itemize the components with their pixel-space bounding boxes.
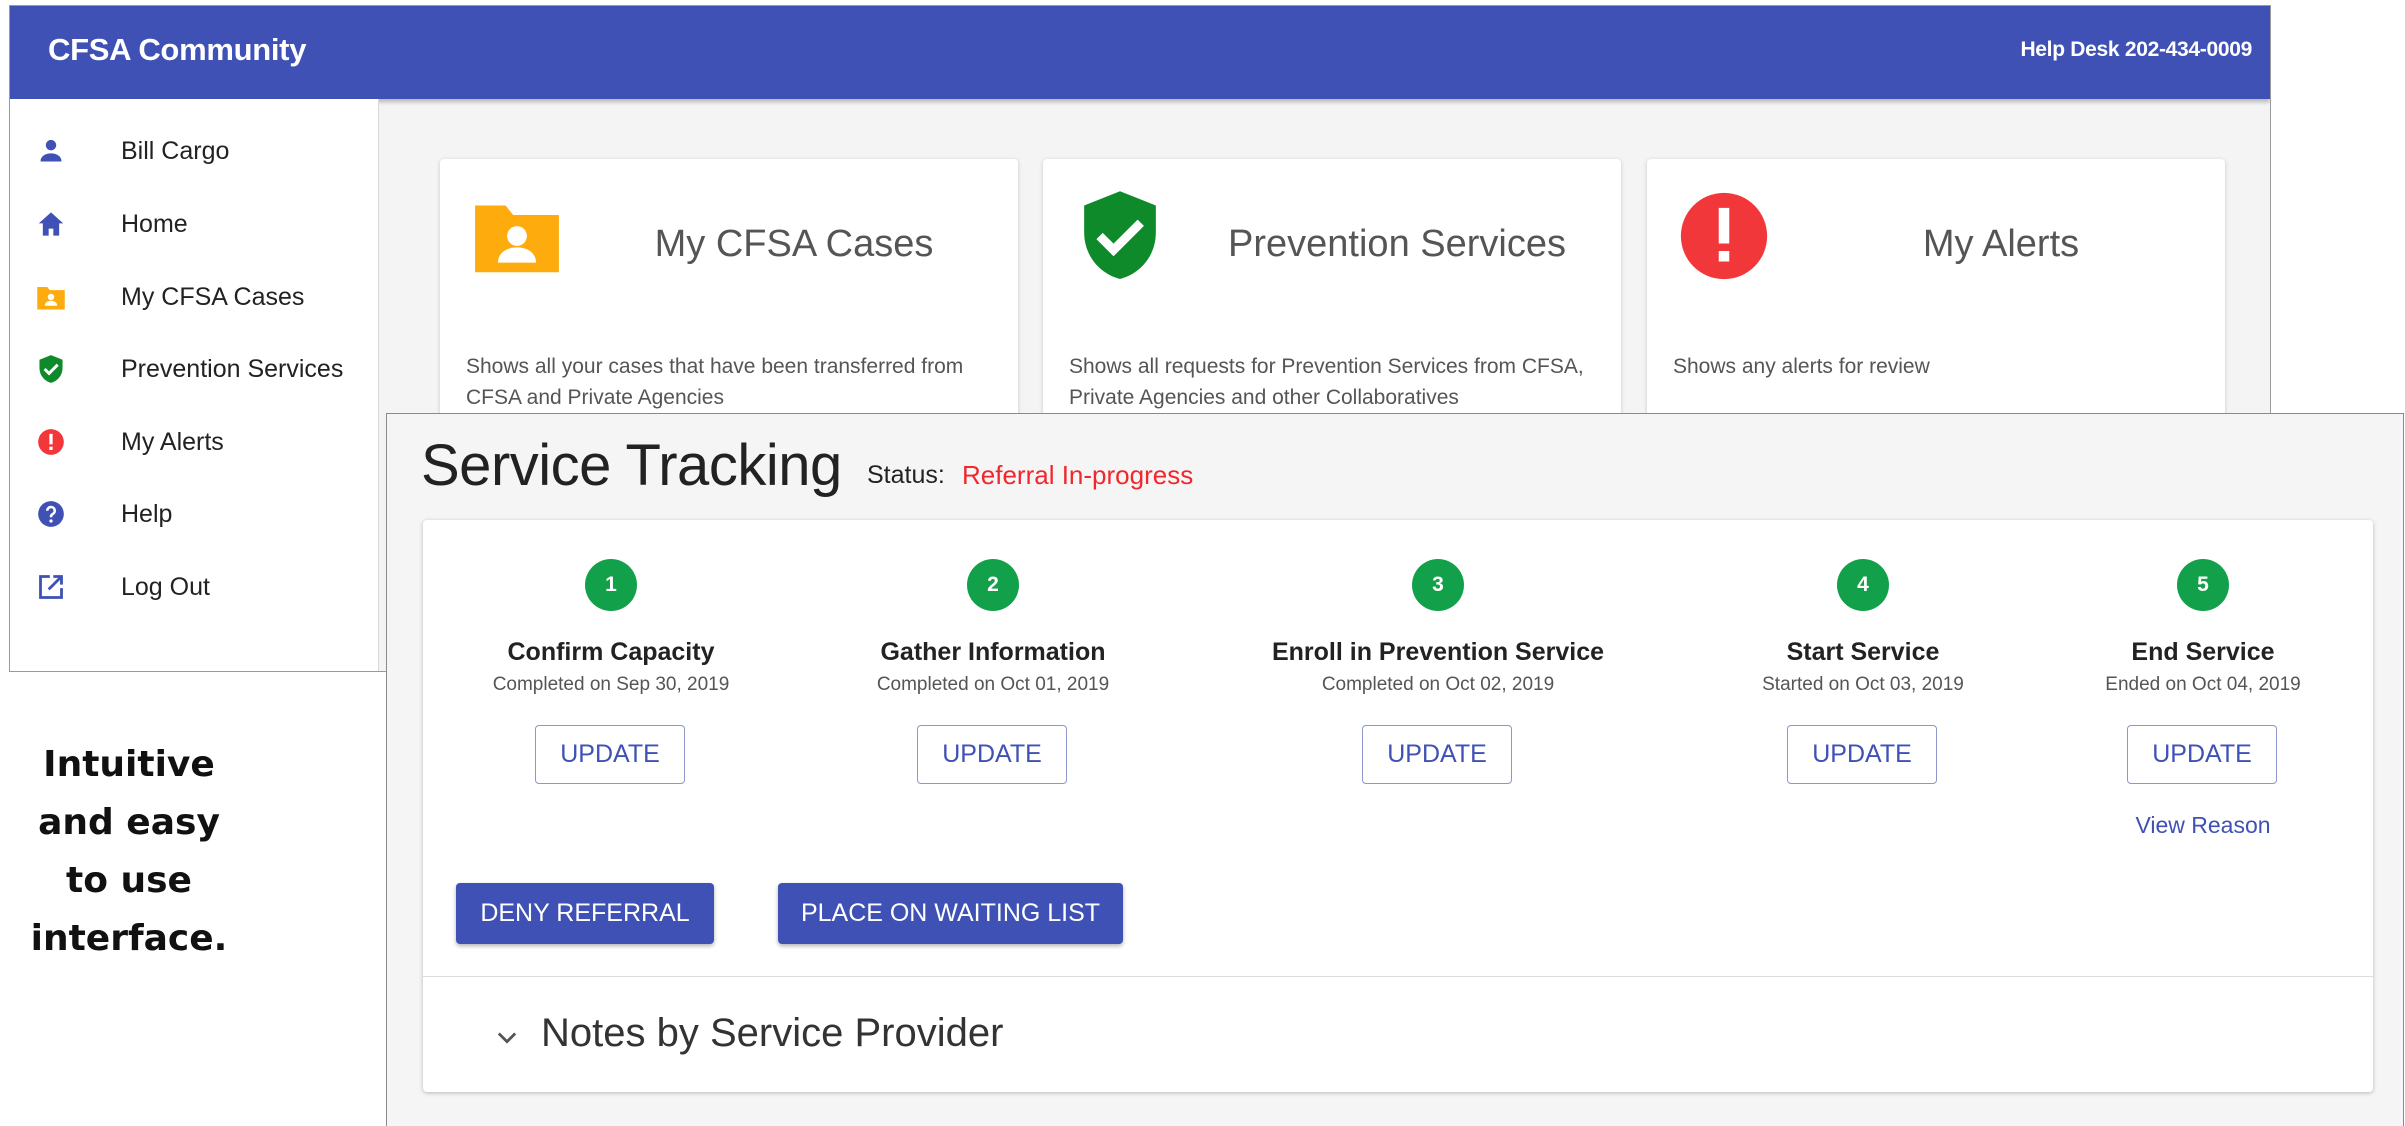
update-button[interactable]: UPDATE bbox=[2127, 725, 2277, 784]
sidebar-item-log-out[interactable]: Log Out bbox=[10, 557, 378, 617]
update-button[interactable]: UPDATE bbox=[535, 725, 685, 784]
card-title: My Alerts bbox=[1922, 223, 2080, 265]
status-label: Status: bbox=[867, 461, 945, 489]
person-icon bbox=[36, 136, 66, 166]
sidebar-item-my-alerts[interactable]: My Alerts bbox=[10, 412, 378, 472]
update-button[interactable]: UPDATE bbox=[917, 725, 1067, 784]
step-number: 4 bbox=[1837, 559, 1889, 611]
notes-accordion[interactable]: Notes by Service Provider bbox=[423, 977, 2373, 1092]
step-date: Completed on Oct 01, 2019 bbox=[876, 674, 1110, 695]
status-badge: Referral In-progress bbox=[962, 460, 1194, 490]
open-external-icon bbox=[36, 572, 66, 602]
sidebar-item-label: Bill Cargo bbox=[121, 136, 230, 165]
page-title: Service Tracking bbox=[421, 433, 842, 498]
step-date: Ended on Oct 04, 2019 bbox=[2105, 674, 2301, 695]
step-number: 5 bbox=[2177, 559, 2229, 611]
folder-person-icon bbox=[36, 282, 66, 312]
notes-title: Notes by Service Provider bbox=[541, 1011, 1004, 1055]
caption-line: Intuitive bbox=[43, 744, 215, 785]
sidebar-item-my-cfsa-cases[interactable]: My CFSA Cases bbox=[10, 267, 378, 327]
sidebar-item-user[interactable]: Bill Cargo bbox=[10, 121, 378, 181]
deny-referral-button[interactable]: DENY REFERRAL bbox=[456, 883, 714, 944]
alert-icon bbox=[1677, 189, 1771, 283]
step-number: 2 bbox=[967, 559, 1019, 611]
step-name: Gather Information bbox=[880, 638, 1106, 666]
card-title: Prevention Services bbox=[1228, 223, 1566, 265]
step-number: 1 bbox=[585, 559, 637, 611]
view-reason-link[interactable]: View Reason bbox=[2053, 812, 2353, 839]
home-icon bbox=[36, 209, 66, 239]
chevron-down-icon bbox=[493, 1023, 521, 1051]
caption-line: and easy bbox=[38, 802, 220, 843]
help-icon bbox=[36, 499, 66, 529]
caption-line: to use bbox=[66, 860, 192, 901]
card-title: My CFSA Cases bbox=[654, 223, 934, 265]
step-name: Confirm Capacity bbox=[507, 638, 715, 666]
app-header: CFSA Community Help Desk 202-434-0009 bbox=[10, 6, 2270, 99]
sidebar-item-label: Help bbox=[121, 499, 173, 528]
sidebar-item-home[interactable]: Home bbox=[10, 194, 378, 254]
step-date: Completed on Sep 30, 2019 bbox=[492, 674, 730, 695]
sidebar-item-label: Log Out bbox=[121, 572, 210, 601]
service-tracking-panel: Service Tracking Status: Referral In-pro… bbox=[386, 413, 2404, 1126]
place-on-waiting-list-button[interactable]: PLACE ON WAITING LIST bbox=[778, 883, 1123, 944]
card-description: Shows any alerts for review bbox=[1673, 355, 1930, 378]
sidebar-item-label: My CFSA Cases bbox=[121, 282, 305, 311]
shield-check-icon bbox=[1073, 189, 1167, 283]
sidebar: Bill Cargo Home My CFSA Cases Prevention… bbox=[10, 99, 379, 671]
sidebar-item-prevention-services[interactable]: Prevention Services bbox=[10, 339, 378, 399]
update-button[interactable]: UPDATE bbox=[1362, 725, 1512, 784]
app-title: CFSA Community bbox=[48, 32, 307, 67]
sidebar-item-help[interactable]: Help bbox=[10, 484, 378, 544]
sidebar-item-label: My Alerts bbox=[121, 427, 224, 456]
alert-icon bbox=[36, 427, 66, 457]
step-number: 3 bbox=[1412, 559, 1464, 611]
step-date: Completed on Oct 02, 2019 bbox=[1321, 674, 1555, 695]
update-button[interactable]: UPDATE bbox=[1787, 725, 1937, 784]
card-description: Shows all requests for Prevention Servic… bbox=[1069, 355, 1584, 409]
caption: Intuitive and easy to use interface. bbox=[0, 736, 258, 968]
caption-line: interface. bbox=[30, 918, 228, 959]
sidebar-item-label: Home bbox=[121, 209, 188, 238]
help-desk-phone[interactable]: Help Desk 202-434-0009 bbox=[2020, 38, 2252, 62]
sidebar-item-label: Prevention Services bbox=[121, 354, 344, 383]
folder-person-icon bbox=[470, 189, 564, 283]
stepper-card: 1 Confirm Capacity Completed on Sep 30, … bbox=[423, 520, 2373, 1092]
step-name: Enroll in Prevention Service bbox=[1271, 638, 1605, 666]
step-name: End Service bbox=[2131, 638, 2275, 666]
shield-check-icon bbox=[36, 354, 66, 384]
card-description: Shows all your cases that have been tran… bbox=[466, 355, 964, 409]
